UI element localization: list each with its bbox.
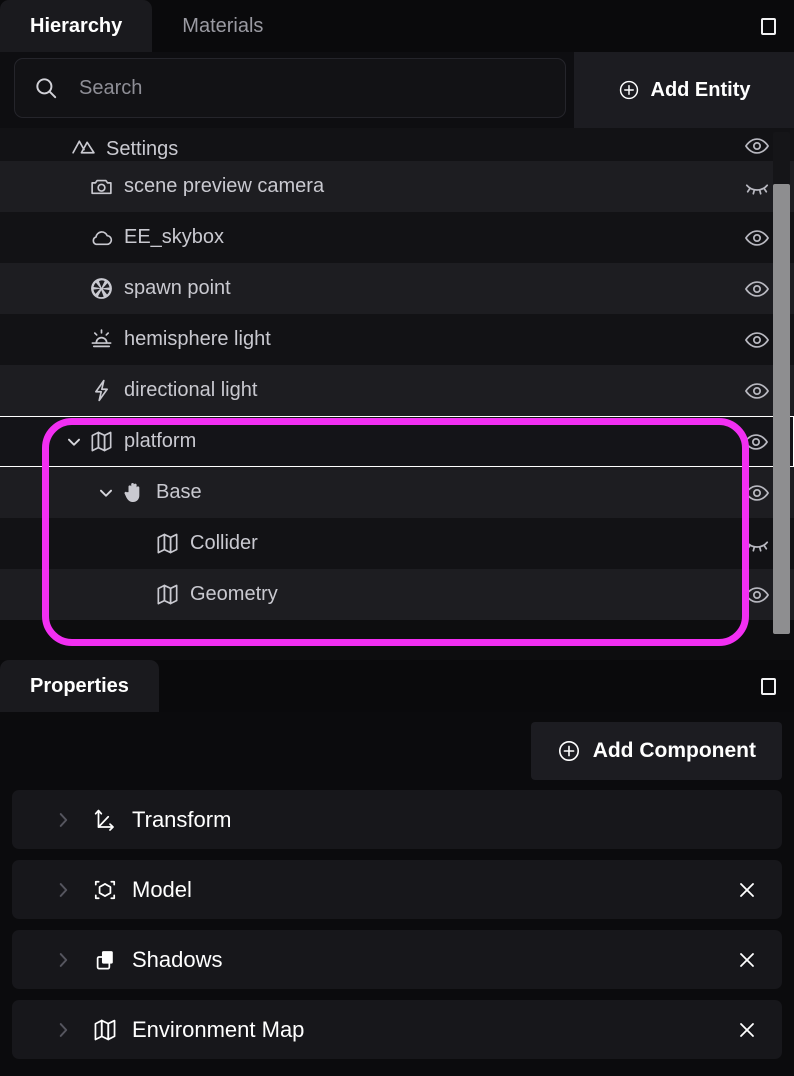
eye-off-icon[interactable]	[742, 529, 772, 559]
chevron-right-icon[interactable]	[52, 1019, 74, 1041]
tab-properties-label: Properties	[30, 674, 129, 697]
entity-tree-scroll-area[interactable]: Settings scene preview camera EE_skyboxspa…	[0, 128, 794, 660]
panel-layout-icon	[760, 677, 776, 695]
mountains-icon	[68, 131, 98, 161]
entity-label: platform	[124, 430, 197, 452]
lightning-icon	[86, 376, 116, 406]
entity-row[interactable]: hemisphere light	[0, 314, 794, 365]
chevron-right-icon[interactable]	[52, 949, 74, 971]
props-tabbar-spacer	[158, 660, 742, 712]
panel-layout-icon	[760, 17, 776, 35]
chevron-right-icon[interactable]	[52, 879, 74, 901]
plus-circle-icon	[618, 79, 640, 101]
add-component-row: Add Component	[0, 712, 794, 790]
component-row[interactable]: Transform	[12, 790, 782, 849]
chevron-right-icon[interactable]	[52, 809, 74, 831]
search-placeholder: Search	[79, 76, 143, 99]
entity-label: Settings	[106, 138, 179, 160]
hierarchy-scrollbar-thumb[interactable]	[773, 184, 790, 634]
component-row[interactable]: Environment Map	[12, 1000, 782, 1059]
hand-icon	[118, 478, 148, 508]
component-label: Environment Map	[132, 1016, 305, 1042]
entity-row[interactable]: Collider	[0, 518, 794, 569]
add-component-label: Add Component	[592, 739, 756, 762]
entity-label: Base	[156, 481, 202, 503]
entity-row[interactable]: scene preview camera	[0, 161, 794, 212]
component-row[interactable]: Model	[12, 860, 782, 919]
eye-icon[interactable]	[742, 325, 772, 355]
tabbar-spacer	[293, 0, 742, 52]
tab-properties[interactable]: Properties	[0, 660, 159, 712]
component-row[interactable]: Shadows	[12, 930, 782, 989]
properties-panel-toggle-button[interactable]	[742, 660, 794, 712]
plus-circle-icon	[557, 739, 581, 763]
entity-row[interactable]: EE_skybox	[0, 212, 794, 263]
add-entity-button[interactable]: Add Entity	[574, 52, 794, 128]
entity-label: directional light	[124, 379, 258, 401]
entity-row[interactable]: Geometry	[0, 569, 794, 620]
chevron-down-icon[interactable]	[62, 430, 86, 454]
component-label: Shadows	[132, 946, 223, 972]
entity-label: scene preview camera	[124, 175, 325, 197]
tab-hierarchy-label: Hierarchy	[30, 14, 123, 37]
editor-window: Hierarchy Materials Search Add Entity Se…	[0, 0, 794, 1076]
entity-label: Geometry	[190, 583, 278, 605]
chevron-down-icon[interactable]	[94, 481, 118, 505]
eye-icon[interactable]	[742, 223, 772, 253]
entity-row[interactable]: platform	[0, 416, 794, 467]
map-icon	[152, 580, 182, 610]
component-label: Transform	[132, 806, 232, 832]
add-entity-label: Add Entity	[650, 78, 751, 101]
add-component-button[interactable]: Add Component	[530, 722, 782, 780]
cube-3d-icon	[92, 877, 118, 903]
map-icon	[92, 1017, 118, 1043]
aperture-icon	[86, 274, 116, 304]
eye-icon[interactable]	[742, 131, 772, 161]
search-input[interactable]: Search	[14, 58, 566, 118]
hierarchy-search-row: Search Add Entity	[0, 52, 794, 128]
search-icon	[33, 75, 59, 101]
hierarchy-panel-toggle-button[interactable]	[742, 0, 794, 52]
eye-icon[interactable]	[741, 427, 771, 457]
entity-row[interactable]: Base	[0, 467, 794, 518]
entity-label: spawn point	[124, 277, 231, 299]
eye-icon[interactable]	[742, 580, 772, 610]
remove-component-button[interactable]	[734, 1017, 760, 1043]
tab-hierarchy[interactable]: Hierarchy	[0, 0, 153, 52]
map-icon	[152, 529, 182, 559]
camera-icon	[86, 172, 116, 202]
properties-tabbar: Properties	[0, 660, 794, 712]
cloud-icon	[86, 223, 116, 253]
eye-icon[interactable]	[742, 376, 772, 406]
entity-tree: Settings scene preview camera EE_skyboxspa…	[0, 128, 794, 620]
remove-component-button[interactable]	[734, 947, 760, 973]
sunrise-icon	[86, 325, 116, 355]
component-list: Transform Model Shadows Environment Map	[0, 790, 794, 1059]
properties-panel: Properties Add Component Transform Model S…	[0, 660, 794, 1076]
entity-row[interactable]: Settings	[0, 128, 794, 161]
entity-label: Collider	[190, 532, 258, 554]
axes-gizmo-icon	[92, 807, 118, 833]
hierarchy-panel: Hierarchy Materials Search Add Entity Se…	[0, 0, 794, 660]
tab-materials[interactable]: Materials	[152, 0, 293, 52]
eye-icon[interactable]	[742, 274, 772, 304]
entity-row[interactable]: directional light	[0, 365, 794, 416]
eye-off-icon[interactable]	[742, 172, 772, 202]
entity-label: hemisphere light	[124, 328, 271, 350]
component-label: Model	[132, 876, 192, 902]
remove-component-button[interactable]	[734, 877, 760, 903]
eye-icon[interactable]	[742, 478, 772, 508]
shadow-icon	[92, 947, 118, 973]
hierarchy-scrollbar-track[interactable]	[773, 132, 790, 634]
entity-row[interactable]: spawn point	[0, 263, 794, 314]
entity-label: EE_skybox	[124, 226, 225, 248]
tab-materials-label: Materials	[182, 14, 264, 37]
hierarchy-tabbar: Hierarchy Materials	[0, 0, 794, 52]
map-icon	[86, 427, 116, 457]
